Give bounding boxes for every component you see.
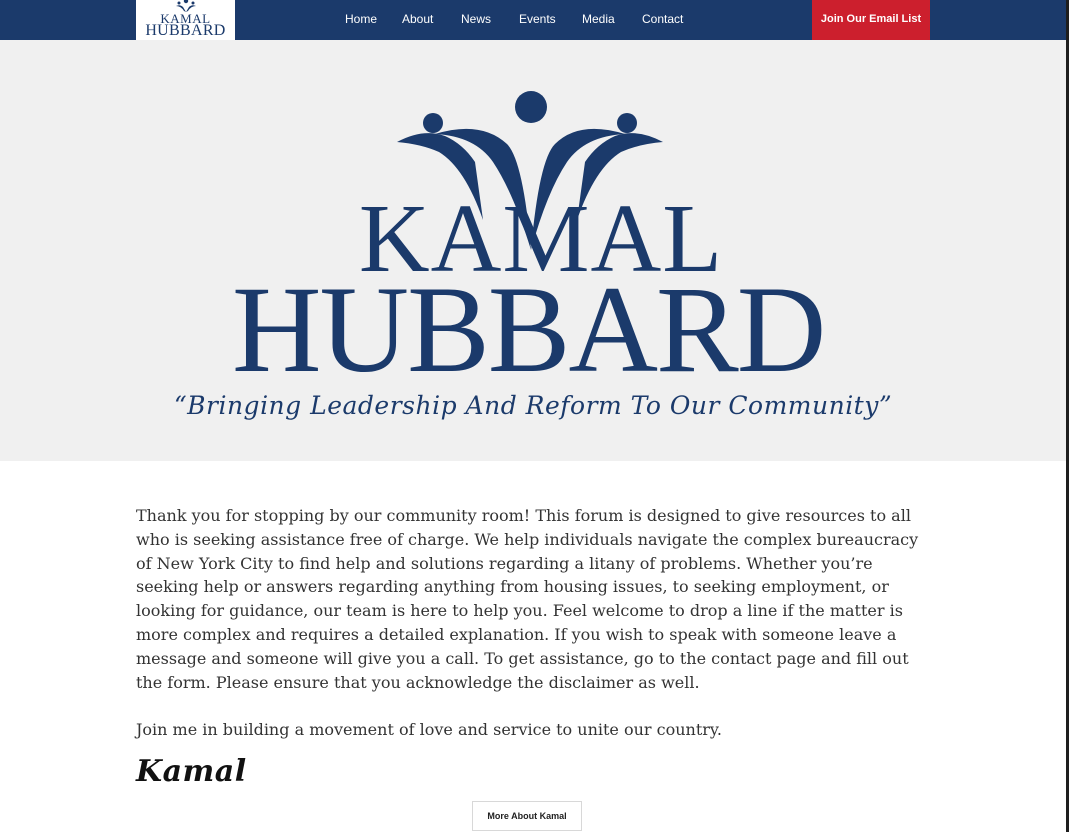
nav-link-events[interactable]: Events xyxy=(519,12,556,26)
nav-link-home[interactable]: Home xyxy=(345,12,377,26)
hero-name-last: HUBBARD xyxy=(232,261,826,398)
nav-link-media[interactable]: Media xyxy=(582,12,615,26)
nav-link-news[interactable]: News xyxy=(461,12,491,26)
top-navigation-bar: KAMAL HUBBARD Home About News Events Med… xyxy=(0,0,1066,40)
closing-paragraph: Join me in building a movement of love a… xyxy=(136,720,722,739)
nav-link-contact[interactable]: Contact xyxy=(642,12,683,26)
signature: Kamal xyxy=(136,754,247,789)
more-about-kamal-button[interactable]: More About Kamal xyxy=(472,801,582,831)
join-email-list-button[interactable]: Join Our Email List xyxy=(812,0,930,40)
hero-banner: KAMAL HUBBARD “Bringing Leadership And R… xyxy=(0,40,1066,461)
logo-name-last: HUBBARD xyxy=(145,22,226,39)
site-logo[interactable]: KAMAL HUBBARD xyxy=(136,0,235,40)
intro-paragraph: Thank you for stopping by our community … xyxy=(136,506,919,692)
hero-tagline: “Bringing Leadership And Reform To Our C… xyxy=(173,391,893,420)
main-content: Thank you for stopping by our community … xyxy=(0,461,1066,832)
nav-link-about[interactable]: About xyxy=(402,12,433,26)
